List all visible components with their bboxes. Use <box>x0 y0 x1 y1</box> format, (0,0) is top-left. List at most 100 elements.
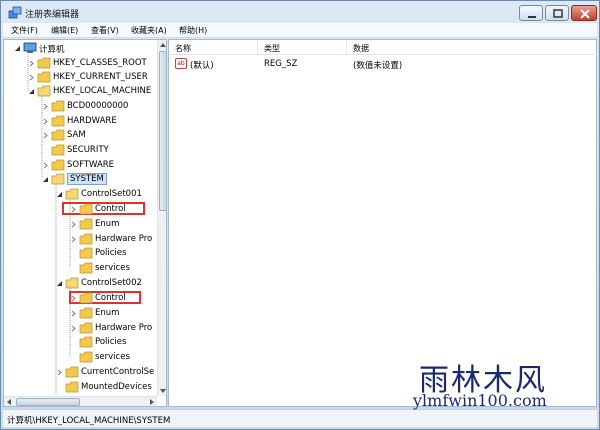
status-bar: 计算机\HKEY_LOCAL_MACHINE\SYSTEM <box>3 409 597 427</box>
collapsed-arrow-icon[interactable] <box>28 60 35 67</box>
expanded-arrow-icon[interactable] <box>56 191 63 198</box>
scroll-left-icon[interactable] <box>4 397 14 407</box>
status-path: 计算机\HKEY_LOCAL_MACHINE\SYSTEM <box>7 416 171 426</box>
tree-label: Policies <box>95 337 127 347</box>
expanded-arrow-icon[interactable] <box>28 88 35 95</box>
watermark-url: ylmfwin100.com <box>413 391 547 410</box>
tree-label: Enum <box>95 308 120 318</box>
value-name[interactable]: (默认) <box>190 59 214 71</box>
folder-open-icon <box>37 85 51 97</box>
tree-label: HKEY_LOCAL_MACHINE <box>53 86 152 96</box>
registry-tree[interactable]: 计算机 HKEY_CLASSES_ROOT HKEY_CURRENT_USER … <box>3 39 167 407</box>
value-type: REG_SZ <box>264 59 298 69</box>
tree-label: SECURITY <box>67 145 109 155</box>
menu-favorites[interactable]: 收藏夹(A) <box>131 25 167 36</box>
column-header-name[interactable]: 名称 <box>169 40 258 55</box>
folder-icon <box>51 159 65 171</box>
tree-label: services <box>95 263 130 273</box>
folder-icon <box>79 351 93 363</box>
tree-label: SOFTWARE <box>67 160 115 170</box>
tree-label: services <box>95 352 130 362</box>
folder-icon <box>51 144 65 156</box>
tree-label: HARDWARE <box>67 116 117 126</box>
folder-icon <box>79 336 93 348</box>
collapsed-arrow-icon[interactable] <box>70 295 77 302</box>
folder-icon <box>79 218 93 230</box>
folder-open-icon <box>51 173 65 185</box>
tree-horizontal-scrollbar[interactable] <box>4 396 157 406</box>
tree-label: 计算机 <box>39 45 65 55</box>
tree-label: Control <box>95 204 126 214</box>
folder-icon <box>51 100 65 112</box>
scroll-right-icon[interactable] <box>147 397 157 407</box>
collapsed-arrow-icon[interactable] <box>56 369 63 376</box>
tree-label: Enum <box>95 219 120 229</box>
maximize-button[interactable] <box>545 5 569 21</box>
collapsed-arrow-icon[interactable] <box>70 221 77 228</box>
tree-label: ControlSet002 <box>81 278 142 288</box>
column-header-data[interactable]: 数据 <box>347 40 598 55</box>
expanded-arrow-icon[interactable] <box>56 280 63 287</box>
menu-edit[interactable]: 编辑(E) <box>51 25 78 36</box>
maximize-icon <box>553 9 563 18</box>
folder-icon <box>79 262 93 274</box>
minimize-button[interactable] <box>519 5 543 21</box>
folder-icon <box>65 381 79 393</box>
scroll-up-icon[interactable] <box>158 40 167 50</box>
scroll-thumb[interactable] <box>159 51 166 211</box>
title-bar[interactable]: 注册表编辑器 <box>1 1 599 25</box>
tree-label: HKEY_CLASSES_ROOT <box>53 58 147 68</box>
scroll-down-icon[interactable] <box>158 386 167 396</box>
menu-file[interactable]: 文件(F) <box>11 25 38 36</box>
folder-icon <box>79 307 93 319</box>
collapsed-arrow-icon[interactable] <box>70 310 77 317</box>
folder-icon <box>79 203 93 215</box>
menu-help[interactable]: 帮助(H) <box>179 25 207 36</box>
tree-label: BCD00000000 <box>67 101 129 111</box>
folder-icon <box>79 233 93 245</box>
values-list[interactable]: 名称 类型 数据 ab (默认) REG_SZ (数值未设置) <box>168 39 598 407</box>
scroll-thumb[interactable] <box>16 398 80 406</box>
tree-label: HKEY_CURRENT_USER <box>53 72 148 82</box>
window-title: 注册表编辑器 <box>25 10 80 20</box>
tree-vertical-scrollbar[interactable] <box>157 40 167 396</box>
expanded-arrow-icon[interactable] <box>42 176 49 183</box>
column-header-type[interactable]: 类型 <box>258 40 347 55</box>
folder-icon <box>65 366 79 378</box>
folder-icon <box>79 322 93 334</box>
tree-label: Policies <box>95 248 127 258</box>
menu-bar: 文件(F) 编辑(E) 查看(V) 收藏夹(A) 帮助(H) <box>3 23 597 38</box>
collapsed-arrow-icon[interactable] <box>70 206 77 213</box>
tree-label: SAM <box>67 130 86 140</box>
computer-icon <box>23 42 37 53</box>
string-value-icon: ab <box>175 58 187 69</box>
folder-icon <box>79 292 93 304</box>
collapsed-arrow-icon[interactable] <box>28 74 35 81</box>
collapsed-arrow-icon[interactable] <box>42 132 49 139</box>
folder-icon <box>37 57 51 69</box>
collapsed-arrow-icon[interactable] <box>42 162 49 169</box>
folder-icon <box>37 71 51 83</box>
value-data: (数值未设置) <box>353 61 403 71</box>
minimize-icon <box>528 16 536 18</box>
expanded-arrow-icon[interactable] <box>14 45 21 52</box>
tree-label: Hardware Pro <box>95 323 153 333</box>
close-button[interactable] <box>571 5 597 21</box>
tree-label-selected: SYSTEM <box>67 173 107 185</box>
regedit-app-icon <box>8 6 22 19</box>
folder-open-icon <box>65 188 79 200</box>
tree-label: ControlSet001 <box>81 189 142 199</box>
folder-icon <box>79 247 93 259</box>
regedit-window: 注册表编辑器 文件(F) 编辑(E) 查看(V) 收藏夹(A) 帮助(H) 计算… <box>0 0 600 430</box>
tree-label: MountedDevices <box>81 382 152 392</box>
collapsed-arrow-icon[interactable] <box>70 236 77 243</box>
collapsed-arrow-icon[interactable] <box>42 118 49 125</box>
tree-label: CurrentControlSe <box>81 367 155 377</box>
tree-label: Control <box>95 293 126 303</box>
collapsed-arrow-icon[interactable] <box>42 103 49 110</box>
folder-icon <box>51 115 65 127</box>
collapsed-arrow-icon[interactable] <box>70 325 77 332</box>
close-icon <box>580 9 590 19</box>
folder-icon <box>51 129 65 141</box>
menu-view[interactable]: 查看(V) <box>91 25 119 36</box>
